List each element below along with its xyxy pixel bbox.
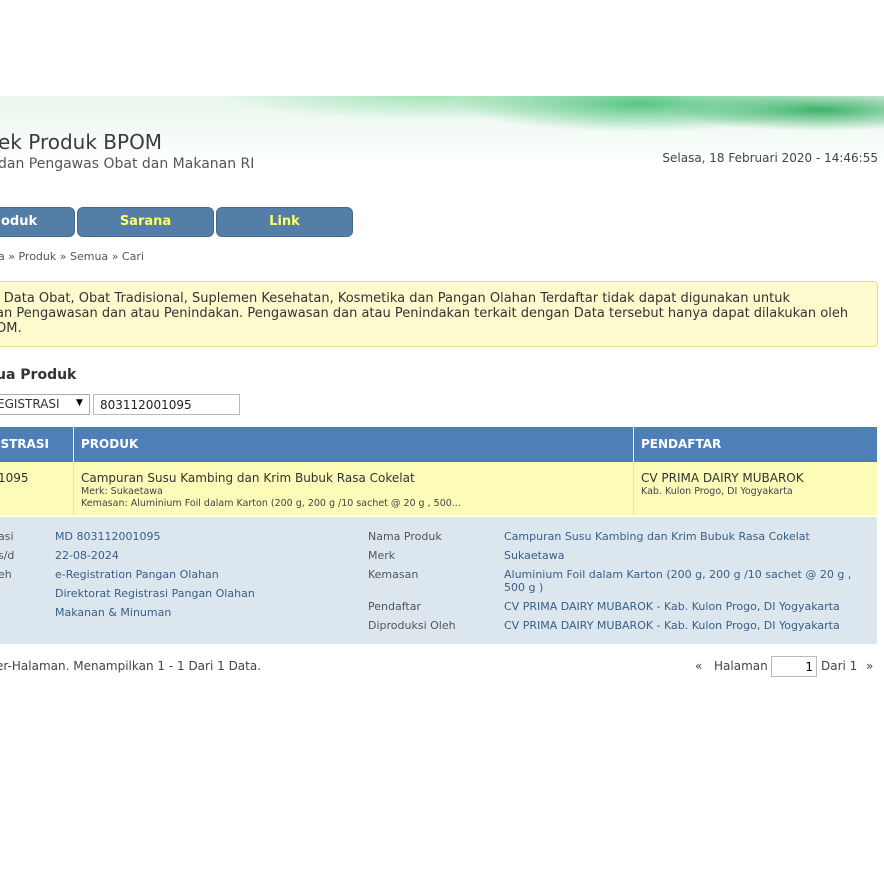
page-number-input[interactable] [771,656,817,677]
search-input[interactable] [93,394,240,415]
site-subtitle: dan Pengawas Obat dan Makanan RI [0,156,255,172]
detail-label-berlaku: s/d [0,549,15,562]
detail-value-registrasi: MD 803112001095 [55,530,161,543]
detail-label-merk: Merk [368,549,396,562]
breadcrumb-item-semua[interactable]: Semua [70,250,108,263]
column-header-pendaftar[interactable]: PENDAFTAR [641,427,721,462]
page-label: Halaman [714,659,768,673]
disclaimer-line: OM. [0,321,22,336]
detail-label-diterbitkan: eh [0,568,12,581]
column-divider [73,427,74,462]
cell-produk-kemasan: Kemasan: Aluminium Foil dalam Karton (20… [81,498,461,509]
date-time: Selasa, 18 Februari 2020 - 14:46:55 [662,151,878,165]
column-header-registrasi[interactable]: ISTRASI [0,427,49,462]
breadcrumb-item-cari: Cari [121,250,144,263]
disclaimer-line: an Pengawasan dan atau Penindakan. Penga… [0,306,849,321]
detail-value-kategori: Makanan & Minuman [55,606,172,619]
breadcrumb-item-home[interactable]: a [0,250,5,263]
cell-produk-name: Campuran Susu Kambing dan Krim Bubuk Ras… [81,471,415,485]
detail-value-pendaftar: CV PRIMA DAIRY MUBAROK - Kab. Kulon Prog… [504,600,840,613]
disclaimer-text: i Data Obat, Obat Tradisional, Suplemen … [0,291,866,336]
page-next-button[interactable]: » [866,659,873,673]
breadcrumb: a » Produk » Semua » Cari [0,250,144,263]
detail-value-berlaku: 22-08-2024 [55,549,119,562]
breadcrumb-item-produk[interactable]: Produk [18,250,56,263]
detail-value-merk: Sukaetawa [504,549,565,562]
detail-label-nama-produk: Nama Produk [368,530,442,543]
cell-pendaftar-location: Kab. Kulon Progo, DI Yogyakarta [641,486,793,497]
detail-label-pendaftar: Pendaftar [368,600,421,613]
detail-label-kemasan: Kemasan [368,568,419,581]
breadcrumb-separator: » [59,250,67,263]
detail-value-diproduksi-oleh: CV PRIMA DAIRY MUBAROK - Kab. Kulon Prog… [504,619,840,632]
detail-value-kemasan: Aluminium Foil dalam Karton (200 g, 200 … [504,568,852,581]
cell-registrasi: 1095 [0,471,29,485]
detail-value-kemasan-cont: 500 g ) [504,581,544,594]
nav-produk-button[interactable]: oduk [0,207,75,237]
column-divider [633,427,634,462]
section-title: ua Produk [0,367,77,383]
site-title: ek Produk BPOM [0,130,163,154]
detail-label-diproduksi-oleh: Diproduksi Oleh [368,619,456,632]
breadcrumb-separator: » [111,250,119,263]
column-divider [73,462,74,515]
detail-value-diterbitkan: e-Registration Pangan Olahan [55,568,219,581]
cell-produk-merk: Merk: Sukaetawa [81,486,163,497]
disclaimer-line: i Data Obat, Obat Tradisional, Suplemen … [0,291,790,306]
page-total: Dari 1 [821,659,858,673]
nav-sarana-button[interactable]: Sarana [77,207,214,237]
detail-value-nama-produk: Campuran Susu Kambing dan Krim Bubuk Ras… [504,530,810,543]
detail-label-registrasi: asi [0,530,14,543]
detail-value-direktorat: Direktorat Registrasi Pangan Olahan [55,587,255,600]
column-header-produk[interactable]: PRODUK [81,427,138,462]
pagination-info: er-Halaman. Menampilkan 1 - 1 Dari 1 Dat… [0,659,262,673]
cell-pendaftar: CV PRIMA DAIRY MUBAROK [641,471,804,485]
column-divider [633,462,634,515]
chevron-down-icon[interactable]: ▼ [76,398,83,408]
breadcrumb-separator: » [8,250,15,263]
nav-link-button[interactable]: Link [216,207,353,237]
page-prev-button[interactable]: « [695,659,702,673]
